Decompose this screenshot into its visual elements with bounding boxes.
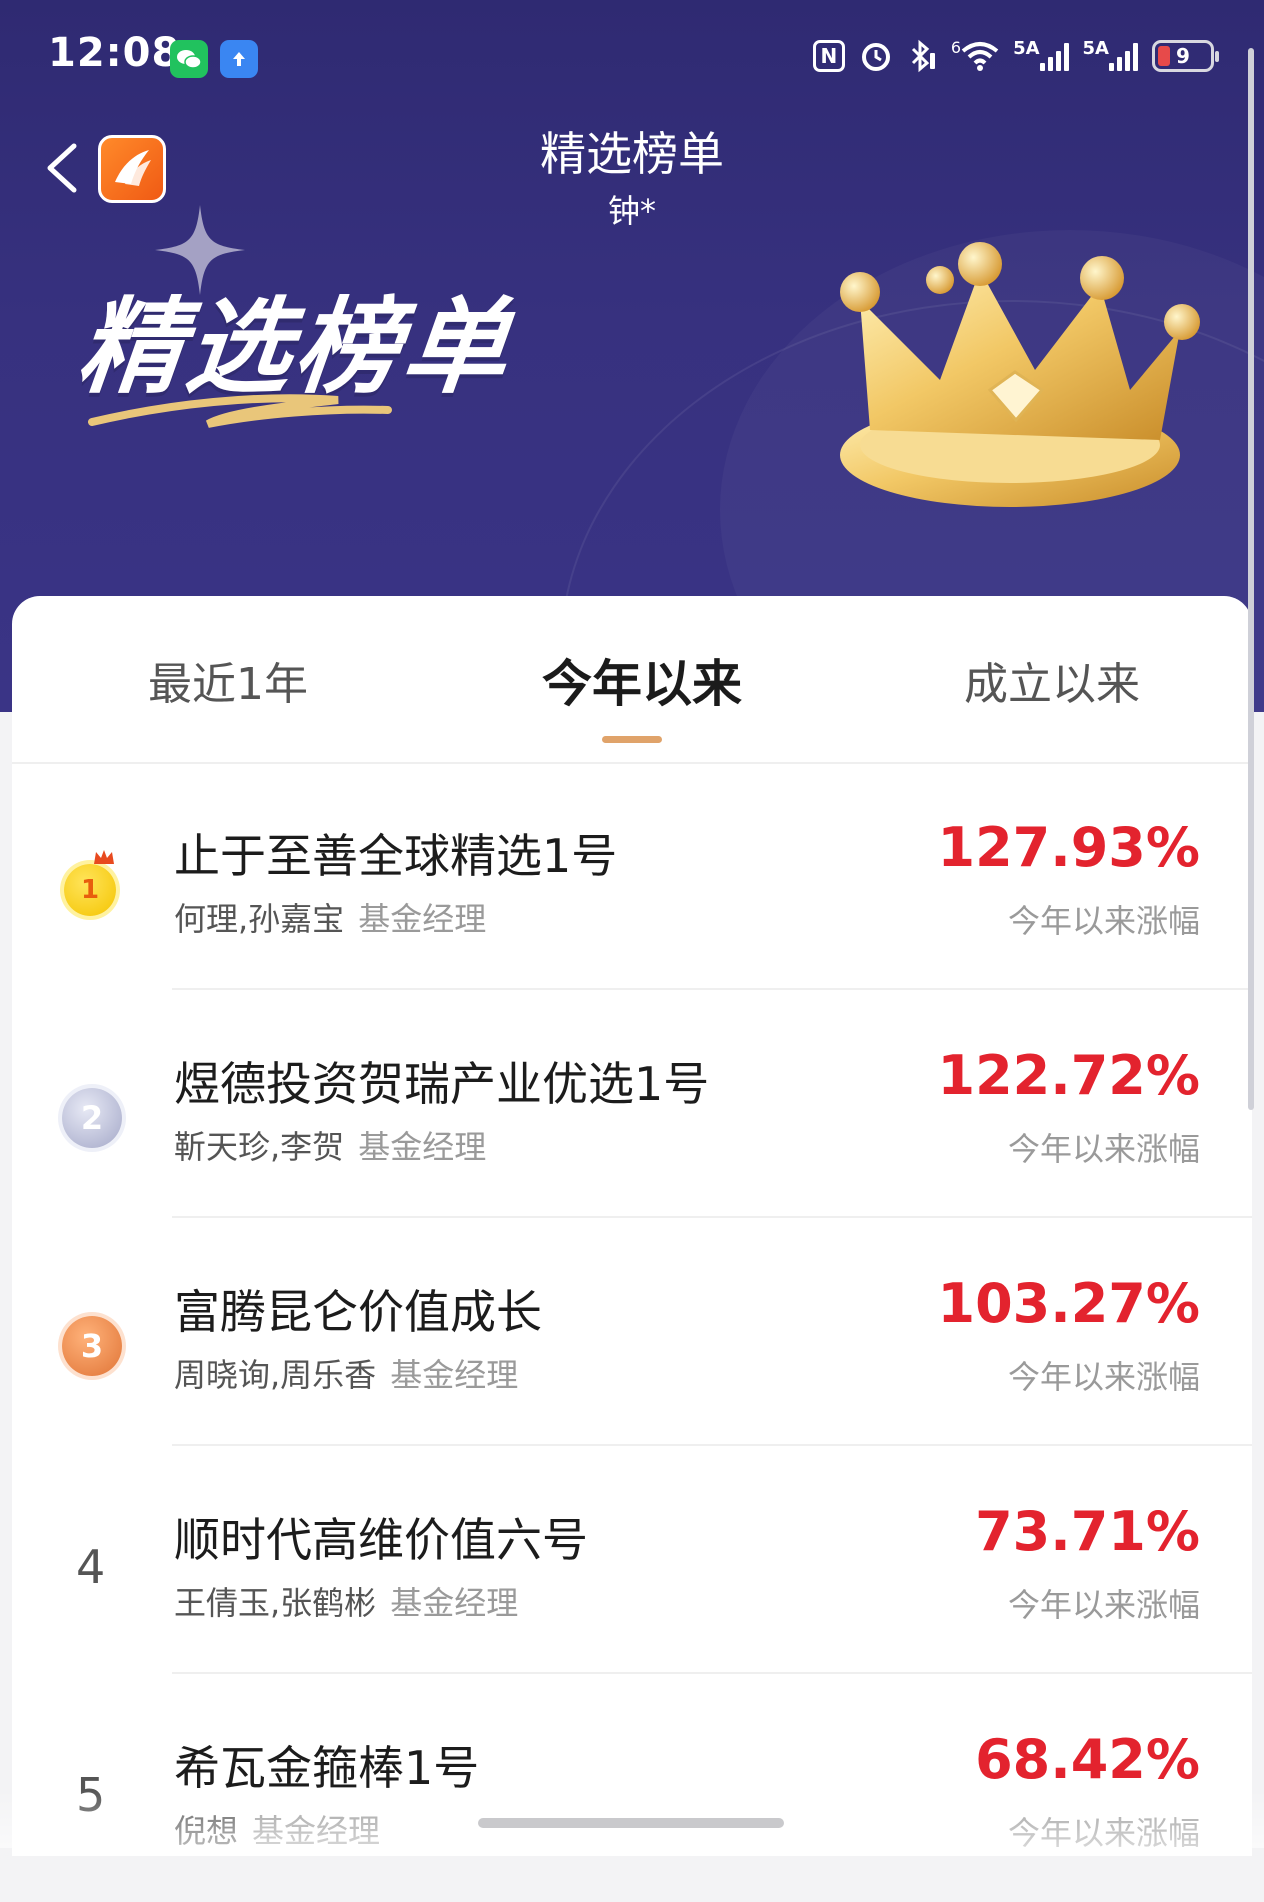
rank-number: 3 — [80, 1327, 104, 1365]
tab-active-indicator — [602, 736, 662, 743]
fund-name: 富腾昆仑价值成长 — [174, 1285, 542, 1339]
return-label: 今年以来涨幅 — [1007, 1814, 1200, 1852]
wechat-icon — [170, 40, 208, 78]
fund-managers: 周晓询,周乐香 基金经理 — [174, 1350, 518, 1396]
divider — [172, 1672, 1252, 1674]
tab-recent-year[interactable]: 最近1年 — [78, 648, 378, 712]
rank-number: 2 — [80, 1099, 104, 1137]
signal-label: 5A — [1013, 38, 1040, 59]
tab-bar: 最近1年 今年以来 成立以来 — [12, 596, 1252, 764]
manager-names: 倪想 — [174, 1812, 239, 1850]
wifi-icon: 6 — [951, 38, 999, 74]
manager-names: 王倩玉,张鹤彬 — [174, 1584, 377, 1622]
rank-number: 1 — [80, 875, 100, 905]
manager-names: 周晓询,周乐香 — [174, 1356, 377, 1394]
manager-role: 基金经理 — [358, 900, 487, 938]
wifi-label: 6 — [950, 38, 962, 57]
nfc-icon: N — [812, 40, 845, 72]
fund-name: 希瓦金箍棒1号 — [174, 1741, 480, 1795]
upload-icon — [220, 40, 258, 78]
manager-names: 靳天珍,李贺 — [174, 1128, 345, 1166]
manager-role: 基金经理 — [252, 1812, 381, 1850]
return-value: 127.93% — [937, 816, 1201, 879]
manager-names: 何理,孙嘉宝 — [174, 900, 345, 938]
status-time: 12:08 — [48, 30, 181, 76]
list-item[interactable]: 4 顺时代高维价值六号 王倩玉,张鹤彬 基金经理 73.71% 今年以来涨幅 — [12, 1448, 1252, 1674]
fund-managers: 靳天珍,李贺 基金经理 — [174, 1122, 486, 1168]
return-value: 122.72% — [937, 1044, 1201, 1107]
signal-icon: 5A — [1083, 38, 1138, 74]
silver-medal-icon: 2 — [62, 1088, 122, 1148]
divider — [172, 988, 1252, 990]
return-label: 今年以来涨幅 — [1007, 902, 1200, 940]
rank-number: 4 — [76, 1540, 106, 1594]
manager-role: 基金经理 — [390, 1356, 519, 1394]
list-item[interactable]: 1 止于至善全球精选1号 何理,孙嘉宝 基金经理 127.93% 今年以来涨幅 — [12, 764, 1252, 990]
bronze-medal-icon: 3 — [62, 1316, 122, 1376]
scrollbar[interactable] — [1248, 48, 1254, 1110]
status-bar: 12:08 N 6 5A 5A 9 — [0, 0, 1264, 110]
fund-name: 顺时代高维价值六号 — [174, 1513, 588, 1567]
return-value: 73.71% — [975, 1500, 1200, 1563]
return-label: 今年以来涨幅 — [1007, 1586, 1200, 1624]
fund-managers: 倪想 基金经理 — [174, 1806, 380, 1852]
return-value: 103.27% — [937, 1272, 1201, 1335]
tab-year-to-date[interactable]: 今年以来 — [492, 644, 792, 716]
divider — [172, 1444, 1252, 1446]
return-label: 今年以来涨幅 — [1007, 1130, 1200, 1168]
manager-role: 基金经理 — [358, 1128, 487, 1166]
rank-number: 5 — [76, 1768, 106, 1822]
manager-role: 基金经理 — [390, 1584, 519, 1622]
battery-level: 9 — [1176, 44, 1190, 68]
alarm-icon — [859, 38, 893, 74]
mini-crown-icon — [94, 850, 114, 864]
signal-label: 5A — [1082, 38, 1109, 59]
home-indicator[interactable] — [478, 1818, 784, 1828]
page-title: 精选榜单 — [540, 127, 724, 181]
tab-since-inception[interactable]: 成立以来 — [902, 648, 1202, 712]
crown-icon — [840, 242, 1200, 507]
swoosh-decoration — [88, 394, 392, 428]
list-item[interactable]: 3 富腾昆仑价值成长 周晓询,周乐香 基金经理 103.27% 今年以来涨幅 — [12, 1220, 1252, 1446]
bluetooth-icon — [907, 38, 937, 74]
divider — [172, 1216, 1252, 1218]
fund-managers: 王倩玉,张鹤彬 基金经理 — [174, 1578, 518, 1624]
list-item[interactable]: 5 希瓦金箍棒1号 倪想 基金经理 68.42% 今年以来涨幅 — [12, 1676, 1252, 1902]
return-label: 今年以来涨幅 — [1007, 1358, 1200, 1396]
list-item[interactable]: 2 煜德投资贺瑞产业优选1号 靳天珍,李贺 基金经理 122.72% 今年以来涨幅 — [12, 992, 1252, 1218]
return-value: 68.42% — [975, 1728, 1200, 1791]
ranking-card: 最近1年 今年以来 成立以来 1 止于至善全球精选1号 何理,孙嘉宝 基金经理 1… — [12, 596, 1252, 1856]
fund-name: 煜德投资贺瑞产业优选1号 — [174, 1057, 710, 1111]
gold-medal-icon: 1 — [64, 864, 116, 916]
battery-icon: 9 — [1152, 40, 1219, 72]
signal-icon: 5A — [1013, 38, 1069, 74]
page-subtitle: 钟* — [607, 192, 656, 230]
fund-managers: 何理,孙嘉宝 基金经理 — [174, 894, 486, 940]
fund-name: 止于至善全球精选1号 — [174, 829, 618, 883]
